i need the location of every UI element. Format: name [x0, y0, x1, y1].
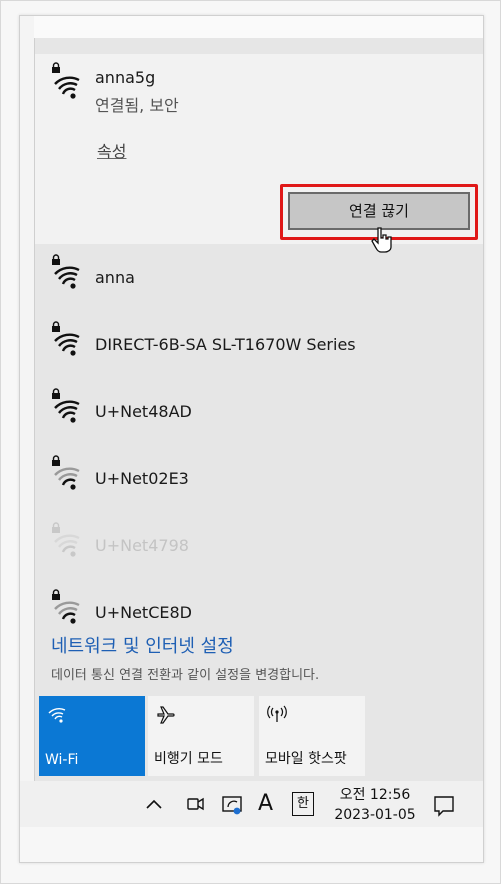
wifi-signal-icon — [54, 467, 80, 490]
connected-network-item[interactable]: anna5g 연결됨, 보안 속성 연결 끊기 — [35, 54, 483, 253]
ime-language-indicator[interactable]: 한 — [292, 792, 314, 816]
network-name: U+Net02E3 — [95, 469, 189, 488]
network-list-item[interactable]: DIRECT-6B-SA SL-T1670W Series — [35, 311, 483, 377]
wifi-tile[interactable]: Wi-Fi — [39, 696, 145, 776]
wifi-signal-icon — [54, 333, 80, 356]
wifi-icon — [48, 708, 66, 723]
ime-mode-indicator[interactable]: A — [258, 789, 278, 819]
wifi-signal-icon — [54, 534, 80, 557]
mobile-hotspot-label: 모바일 핫스팟 — [265, 751, 347, 767]
screenshot-frame: anna5g 연결됨, 보안 속성 연결 끊기 anna DIRECT-6B-SA… — [0, 0, 501, 884]
airplane-mode-label: 비행기 모드 — [154, 751, 223, 767]
clock-date: 2023-01-05 — [334, 807, 416, 823]
airplane-icon — [157, 706, 175, 724]
connected-network-name: anna5g — [95, 68, 156, 87]
notification-icon[interactable] — [432, 789, 456, 819]
airplane-mode-tile[interactable]: 비행기 모드 — [148, 696, 254, 776]
network-list-item[interactable]: U+Net02E3 — [35, 445, 483, 511]
desktop-edge — [20, 16, 34, 827]
wifi-signal-icon — [54, 601, 80, 624]
network-list-item[interactable]: U+Net48AD — [35, 378, 483, 444]
taskbar: A 한 오전 12:56 2023-01-05 — [20, 781, 483, 827]
flyout-top — [35, 38, 483, 54]
wifi-signal-icon — [54, 76, 80, 99]
disconnect-button[interactable]: 연결 끊기 — [288, 192, 470, 230]
chevron-up-icon[interactable] — [144, 789, 164, 819]
taskbar-clock[interactable]: 오전 12:56 2023-01-05 — [330, 785, 420, 825]
wifi-signal-icon — [54, 266, 80, 289]
network-name: U+Net4798 — [95, 536, 189, 555]
network-settings-link[interactable]: 네트워크 및 인터넷 설정 — [51, 632, 234, 658]
wifi-signal-icon — [54, 400, 80, 423]
network-tray-icon[interactable] — [220, 789, 246, 819]
network-name: anna — [95, 268, 135, 287]
wifi-flyout: anna5g 연결됨, 보안 속성 연결 끊기 anna DIRECT-6B-SA… — [34, 38, 483, 781]
network-name: DIRECT-6B-SA SL-T1670W Series — [95, 335, 356, 354]
wifi-tile-label: Wi-Fi — [45, 752, 79, 768]
mobile-hotspot-tile[interactable]: 모바일 핫스팟 — [259, 696, 365, 776]
frame-bottom — [20, 827, 483, 862]
properties-link[interactable]: 속성 — [97, 138, 126, 162]
network-list-item[interactable]: anna — [35, 244, 483, 310]
network-list-item[interactable]: U+Net4798 — [35, 512, 483, 578]
connected-network-status: 연결됨, 보안 — [95, 96, 179, 115]
clock-time: 오전 12:56 — [339, 787, 411, 803]
network-name: U+Net48AD — [95, 402, 192, 421]
network-name: U+NetCE8D — [95, 603, 192, 622]
hotspot-icon — [267, 705, 287, 722]
network-settings-description: 데이터 통신 연결 전환과 같이 설정을 변경합니다. — [51, 668, 320, 683]
meet-now-icon[interactable] — [184, 789, 206, 819]
screen: anna5g 연결됨, 보안 속성 연결 끊기 anna DIRECT-6B-SA… — [19, 15, 484, 863]
